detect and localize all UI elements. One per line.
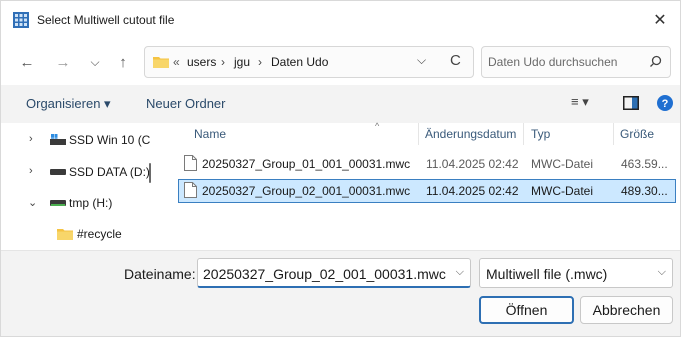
sidebar-item-ssd-data[interactable]: › SSD DATA (D:): [1, 158, 151, 186]
file-size: 489.30...: [621, 184, 668, 198]
file-row-selected[interactable]: 20250327_Group_02_001_00031.mwc 11.04.20…: [178, 179, 676, 203]
help-icon[interactable]: ?: [657, 95, 673, 111]
folder-icon: [153, 57, 169, 68]
arrow-right-icon: →: [55, 53, 71, 71]
file-dialog: Select Multiwell cutout file ✕ ← → ⌵ ↑ «…: [0, 0, 681, 337]
grid-app-icon: [13, 12, 29, 28]
file-list: Name ^ Änderungsdatum Typ Größe 20250327…: [161, 121, 680, 250]
file-date: 11.04.2025 02:42: [426, 157, 519, 171]
drive-windows-icon: [50, 134, 66, 145]
file-icon: [184, 182, 197, 198]
organize-button[interactable]: Organisieren ▾: [26, 96, 111, 112]
sidebar-item-label: #recycle: [77, 227, 122, 241]
file-icon: [184, 155, 197, 171]
sidebar-item-recycle[interactable]: #recycle: [1, 220, 151, 248]
filename-label: Dateiname:: [124, 266, 196, 282]
chevron-down-icon: ⌵: [657, 266, 666, 278]
file-name: 20250327_Group_02_001_00031.mwc: [202, 184, 411, 198]
file-name: 20250327_Group_01_001_00031.mwc: [202, 157, 411, 171]
svg-text:?: ?: [662, 98, 669, 110]
column-header-date[interactable]: Änderungsdatum: [425, 127, 516, 141]
search-placeholder: Daten Udo durchsuchen: [488, 55, 618, 69]
close-icon: ✕: [653, 12, 667, 29]
sidebar-item-label: SSD Win 10 (C: [69, 133, 151, 147]
cancel-button[interactable]: Abbrechen: [580, 296, 673, 324]
filename-field[interactable]: 20250327_Group_02_001_00031.mwc ⌵: [197, 258, 471, 288]
column-divider[interactable]: [613, 123, 614, 145]
sidebar-item-ssd-win10[interactable]: › SSD Win 10 (C: [1, 126, 151, 154]
column-divider[interactable]: [523, 123, 524, 145]
refresh-icon[interactable]: C: [450, 52, 461, 69]
address-dropdown-icon[interactable]: ⌵: [417, 53, 426, 68]
open-button[interactable]: Öffnen: [479, 296, 574, 324]
forward-button[interactable]: →: [51, 50, 75, 74]
chevron-right-icon[interactable]: ›: [29, 165, 33, 177]
search-input[interactable]: Daten Udo durchsuchen: [481, 46, 671, 78]
navigation-bar: ← → ⌵ ↑ « users › jgu › Daten Udo ⌵ C Da…: [1, 39, 680, 85]
filename-value: 20250327_Group_02_001_00031.mwc: [203, 266, 446, 282]
drive-green-icon: [50, 200, 66, 206]
sidebar-item-label: SSD DATA (D:): [69, 165, 150, 179]
chevron-down-icon: ⌵: [90, 54, 100, 69]
navigation-pane: › SSD Win 10 (C › SSD DATA (D:) ⌄ tmp (H…: [1, 123, 161, 250]
breadcrumb-item-users[interactable]: users: [187, 55, 216, 69]
column-header-size[interactable]: Größe: [620, 127, 654, 141]
chevron-right-icon[interactable]: ›: [29, 133, 33, 145]
preview-pane-icon[interactable]: [623, 96, 639, 110]
up-button[interactable]: ↑: [111, 50, 135, 74]
file-date: 11.04.2025 02:42: [426, 184, 519, 198]
recent-locations-button[interactable]: ⌵: [83, 50, 107, 74]
window-title: Select Multiwell cutout file: [37, 13, 175, 27]
sidebar-item-label: tmp (H:): [69, 196, 113, 210]
scrollbar-thumb[interactable]: [149, 163, 151, 183]
column-header-type[interactable]: Typ: [531, 127, 550, 141]
title-bar: Select Multiwell cutout file ✕: [1, 1, 680, 39]
back-button[interactable]: ←: [15, 50, 39, 74]
drive-icon: [50, 169, 66, 175]
search-icon: [650, 55, 662, 67]
view-options-icon[interactable]: ≡ ▾: [571, 94, 589, 110]
sidebar-item-tmp[interactable]: ⌄ tmp (H:): [1, 189, 151, 217]
file-type: MWC-Datei: [531, 157, 593, 171]
breadcrumb-item-jgu[interactable]: jgu: [234, 55, 250, 69]
arrow-left-icon: ←: [19, 53, 35, 71]
breadcrumb-separator: ›: [258, 55, 262, 69]
column-header-name[interactable]: Name: [194, 127, 226, 141]
breadcrumb-separator: ›: [221, 55, 225, 69]
new-folder-button[interactable]: Neuer Ordner: [146, 96, 225, 111]
dialog-footer: Dateiname: 20250327_Group_02_001_00031.m…: [1, 250, 680, 336]
close-button[interactable]: ✕: [640, 1, 680, 39]
address-bar[interactable]: « users › jgu › Daten Udo ⌵ C: [144, 46, 474, 78]
chevron-down-icon[interactable]: ⌄: [28, 196, 37, 209]
breadcrumb-overflow[interactable]: «: [173, 55, 180, 69]
folder-icon: [57, 229, 73, 240]
file-type-value: Multiwell file (.mwc): [486, 266, 608, 282]
file-type-select[interactable]: Multiwell file (.mwc) ⌵: [479, 258, 673, 288]
command-bar: Organisieren ▾ Neuer Ordner ≡ ▾ ?: [1, 85, 680, 123]
file-type: MWC-Datei: [531, 184, 593, 198]
file-size: 463.59...: [621, 157, 668, 171]
chevron-down-icon[interactable]: ⌵: [456, 266, 464, 279]
arrow-up-icon: ↑: [119, 53, 127, 71]
breadcrumb-item-daten-udo[interactable]: Daten Udo: [271, 55, 328, 69]
column-divider[interactable]: [418, 123, 419, 145]
content-area: › SSD Win 10 (C › SSD DATA (D:) ⌄ tmp (H…: [1, 121, 680, 250]
sort-ascending-icon: ^: [375, 121, 380, 131]
file-row[interactable]: 20250327_Group_01_001_00031.mwc 11.04.20…: [178, 152, 676, 176]
